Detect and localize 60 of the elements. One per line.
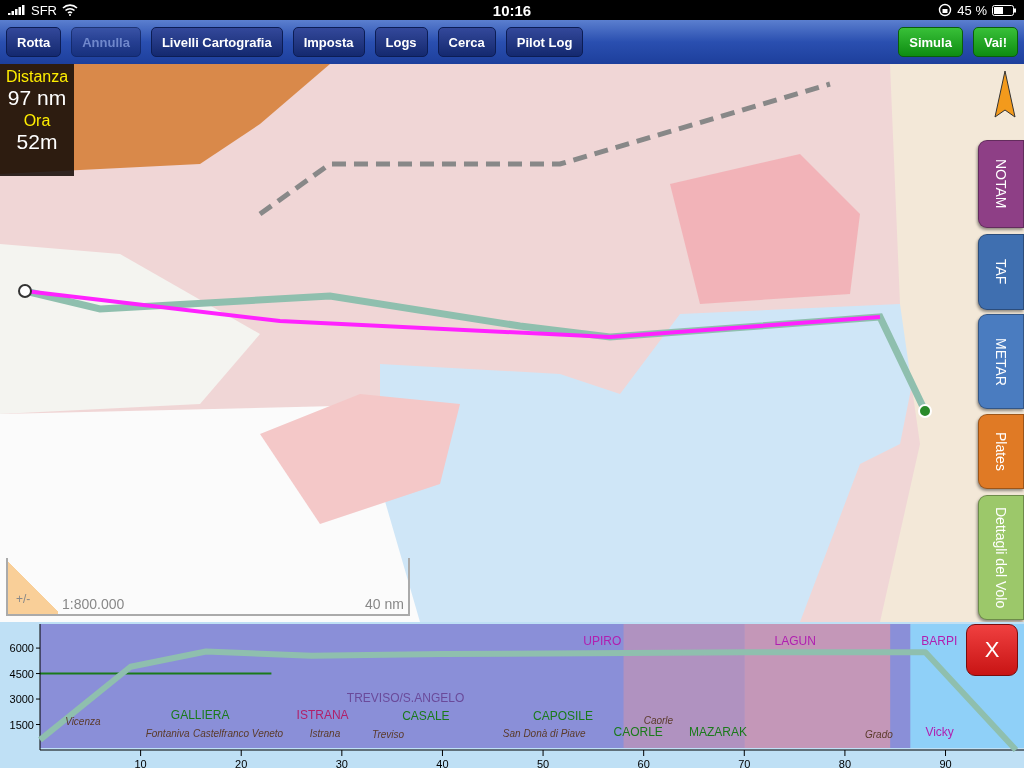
toolbar-button[interactable]: Cerca [437,27,496,57]
toolbar-button[interactable]: Rotta [6,27,62,57]
distance-label: Distanza [5,68,69,86]
toolbar-button[interactable]: Livelli Cartografia [150,27,283,57]
battery-icon [992,4,1016,16]
clock: 10:16 [492,1,532,19]
distance-value: 97 nm [7,86,67,110]
signal-icon [8,5,26,15]
x-tick-label: 50 [536,758,550,768]
waypoint-label: San Donà di Piave [502,728,586,740]
waypoint-label: LAGUN [774,633,816,648]
action-button[interactable]: Simula [898,27,963,57]
waypoint-label: UPIRO [583,633,622,648]
x-tick-label: 40 [436,758,449,768]
scale-ratio: 1:800.000 [61,596,126,614]
battery-percent: 45 % [957,2,987,18]
x-tick-label: 70 [738,758,751,768]
toolbar-button[interactable]: Imposta [292,27,365,57]
y-tick-label: 6000 [9,642,34,655]
waypoint-label: Grado [865,729,893,741]
x-tick-label: 20 [235,758,248,768]
waypoint-label: Fontaniva [145,728,190,740]
y-tick-label: 3000 [9,693,34,706]
waypoint-label: GALLIERA [170,707,230,722]
action-button[interactable]: Vai! [972,27,1018,57]
waypoint-label: CAORLE [613,725,663,740]
side-tab[interactable]: METAR [978,314,1024,409]
waypoint-label: Vicky [925,725,954,740]
toolbar-button[interactable]: Pilot Log [505,27,584,57]
x-tick-label: 90 [939,758,952,768]
north-arrow-icon[interactable] [994,70,1016,118]
waypoint-label: Istrana [309,728,341,740]
waypoint-label: Caorle [643,714,674,726]
waypoint-label: CASALE [402,709,450,724]
scale-distance: 40 nm [364,596,405,614]
x-tick-label: 80 [838,758,852,768]
close-button[interactable]: X [966,624,1018,676]
rotation-lock-icon [938,3,953,17]
y-tick-label: 4500 [9,667,34,680]
waypoint-label: TREVISO/S.ANGELO [346,691,465,706]
time-value: 52m [16,130,58,154]
toolbar-button[interactable]: Logs [374,27,428,57]
wifi-icon [62,4,78,16]
y-tick-label: 1500 [9,718,34,731]
waypoint-label: MAZARAK [688,725,747,740]
waypoint-label: ISTRANA [296,707,349,722]
waypoint-label: CAPOSILE [533,709,594,724]
waypoint-label: Treviso [372,729,405,741]
waypoint-label: BARPI [921,633,958,648]
side-tab[interactable]: TAF [978,234,1024,310]
x-tick-label: 30 [335,758,348,768]
map-drawing[interactable] [0,64,1024,622]
waypoint-label: Vicenza [65,716,101,728]
time-label: Ora [23,112,51,130]
x-tick-label: 10 [134,758,147,768]
side-tab[interactable]: Plates [978,414,1024,489]
x-tick-label: 60 [637,758,650,768]
waypoint-label: Castelfranco Veneto [192,728,284,740]
carrier-name: SFR [31,2,57,18]
side-tab[interactable]: NOTAM [978,140,1024,228]
